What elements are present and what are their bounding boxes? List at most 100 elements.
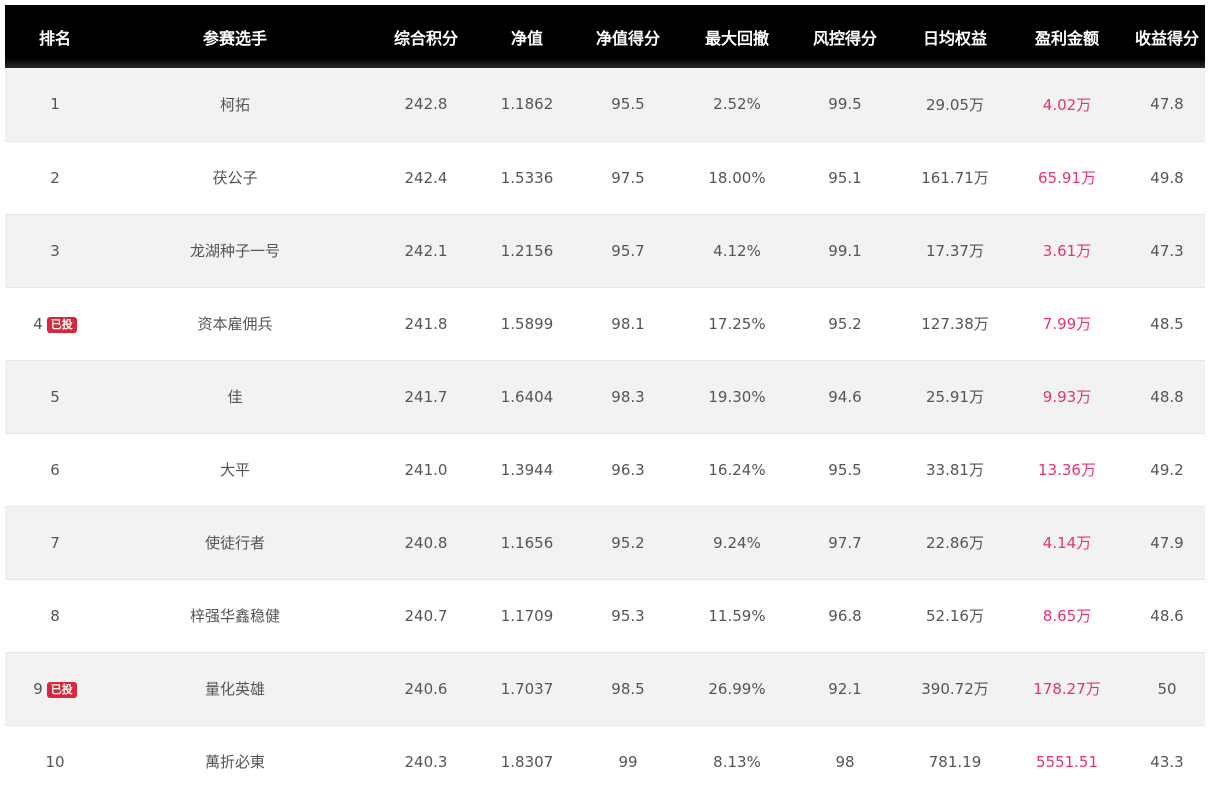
col-header-daily-equity[interactable]: 日均权益 [905,5,1005,68]
cell-total-score: 242.1 [365,213,487,287]
table-body: 1 柯拓 242.8 1.1862 95.5 2.52% 99.5 29.05万 4.02万 47… [5,68,1205,798]
cell-daily-equity: 29.05万 [926,95,984,114]
cell-nav: 1.6404 [487,359,567,433]
cell-profit: 5551.51 [1005,724,1129,798]
cell-daily-equity: 33.81万 [905,432,1005,506]
col-header-max-drawdown[interactable]: 最大回撤 [689,5,785,68]
cell-return-score: 49.2 [1129,432,1205,506]
cell-rank: 8 [5,578,105,652]
cell-risk-score: 95.1 [785,140,905,214]
rank-number: 3 [50,241,60,260]
cell-player: 茯公子 [105,140,365,214]
col-header-player[interactable]: 参赛选手 [105,5,365,68]
cell-risk-score: 98 [785,724,905,798]
cell-risk-score: 96.8 [785,578,905,652]
cell-max-drawdown: 2.52% [713,95,761,114]
cell-daily-equity: 17.37万 [905,213,1005,287]
cell-return-score: 47.9 [1129,505,1205,579]
table-row[interactable]: 10 萬折必東 240.3 1.8307 99 8.13% 98 781.19 5551.51 4… [5,724,1205,798]
col-header-nav-score[interactable]: 净值得分 [567,5,689,68]
table-row[interactable]: 3 龙湖种子一号 242.1 1.2156 95.7 4.12% 99.1 17.37万 3.6… [5,213,1205,287]
cell-nav: 1.5336 [487,140,567,214]
cell-profit: 3.61万 [1005,213,1129,287]
cell-nav: 1.1709 [487,578,567,652]
cell-profit: 178.27万 [1005,651,1129,725]
table-row[interactable]: 6 大平 241.0 1.3944 96.3 16.24% 95.5 33.81万 13.36万… [5,432,1205,506]
cell-player: 柯拓 [219,95,250,114]
cell-risk-score: 92.1 [785,651,905,725]
cell-daily-equity: 390.72万 [905,651,1005,725]
cell-daily-equity: 52.16万 [905,578,1005,652]
cell-rank: 10 [5,724,105,798]
cell-nav-score: 95.2 [567,505,689,579]
cell-rank: 7 [5,505,105,579]
cell-daily-equity: 161.71万 [905,140,1005,214]
cell-nav-score: 99 [567,724,689,798]
rank-number: 7 [50,533,60,552]
cell-max-drawdown: 26.99% [689,651,785,725]
rank-number: 4 [33,314,43,333]
cell-nav: 1.5899 [487,286,567,360]
cell-player: 大平 [105,432,365,506]
col-header-rank[interactable]: 排名 [5,5,105,68]
invested-badge: 已投 [46,316,77,333]
cell-player: 佳 [105,359,365,433]
col-header-profit[interactable]: 盈利金额 [1005,5,1129,68]
cell-nav: 1.1862 [500,95,554,114]
table-row[interactable]: 8 梓强华鑫稳健 240.7 1.1709 95.3 11.59% 96.8 52.16万 8.… [5,578,1205,652]
cell-max-drawdown: 4.12% [689,213,785,287]
table-row[interactable]: 5 佳 241.7 1.6404 98.3 19.30% 94.6 25.91万 9.93万 48… [5,359,1205,433]
cell-nav: 1.8307 [487,724,567,798]
cell-nav: 1.1656 [487,505,567,579]
cell-risk-score: 95.5 [785,432,905,506]
cell-profit: 4.02万 [1042,95,1092,114]
col-header-nav[interactable]: 净值 [487,5,567,68]
rank-number: 1 [50,95,60,114]
rank-number: 9 [33,679,43,698]
cell-max-drawdown: 9.24% [689,505,785,579]
cell-max-drawdown: 17.25% [689,286,785,360]
cell-return-score: 48.5 [1129,286,1205,360]
cell-return-score: 48.8 [1129,359,1205,433]
table-row[interactable]: 9 已投 量化英雄 240.6 1.7037 98.5 26.99% 92.1 390.72万 1… [5,651,1205,725]
cell-risk-score: 94.6 [785,359,905,433]
cell-player: 萬折必東 [105,724,365,798]
cell-nav: 1.3944 [487,432,567,506]
col-header-total-score[interactable]: 综合积分 [365,5,487,68]
cell-player: 龙湖种子一号 [105,213,365,287]
table-row[interactable]: 1 柯拓 242.8 1.1862 95.5 2.52% 99.5 29.05万 4.02万 47… [5,68,1205,141]
cell-nav-score: 97.5 [567,140,689,214]
cell-nav-score: 98.1 [567,286,689,360]
cell-total-score: 241.0 [365,432,487,506]
cell-return-score: 47.8 [1150,95,1184,114]
table-row[interactable]: 2 茯公子 242.4 1.5336 97.5 18.00% 95.1 161.71万 65.9… [5,140,1205,214]
cell-total-score: 240.8 [365,505,487,579]
cell-total-score: 240.6 [365,651,487,725]
table-row[interactable]: 7 使徒行者 240.8 1.1656 95.2 9.24% 97.7 22.86万 4.14万… [5,505,1205,579]
rank-number: 6 [50,460,60,479]
cell-nav: 1.7037 [487,651,567,725]
cell-risk-score: 99.1 [785,213,905,287]
cell-max-drawdown: 19.30% [689,359,785,433]
col-header-return-score[interactable]: 收益得分 [1129,5,1205,68]
cell-total-score: 240.7 [365,578,487,652]
cell-max-drawdown: 18.00% [689,140,785,214]
header-row: 排名 参赛选手 综合积分 净值 净值得分 最大回撤 风控得分 日均权益 盈利金额… [5,5,1205,68]
table-header: 排名 参赛选手 综合积分 净值 净值得分 最大回撤 风控得分 日均权益 盈利金额… [5,5,1205,68]
cell-rank: 5 [5,359,105,433]
leaderboard-table: 排名 参赛选手 综合积分 净值 净值得分 最大回撤 风控得分 日均权益 盈利金额… [5,5,1205,798]
cell-rank: 6 [5,432,105,506]
cell-risk-score: 97.7 [785,505,905,579]
cell-daily-equity: 127.38万 [905,286,1005,360]
cell-nav-score: 96.3 [567,432,689,506]
cell-rank: 9 已投 [5,651,105,725]
cell-total-score: 242.8 [404,95,448,114]
rank-number: 2 [50,168,60,187]
cell-profit: 4.14万 [1005,505,1129,579]
table-row[interactable]: 4 已投 资本雇佣兵 241.8 1.5899 98.1 17.25% 95.2 127.38万… [5,286,1205,360]
cell-return-score: 43.3 [1129,724,1205,798]
rank-number: 5 [50,387,60,406]
col-header-risk-score[interactable]: 风控得分 [785,5,905,68]
cell-max-drawdown: 8.13% [689,724,785,798]
cell-player: 资本雇佣兵 [105,286,365,360]
